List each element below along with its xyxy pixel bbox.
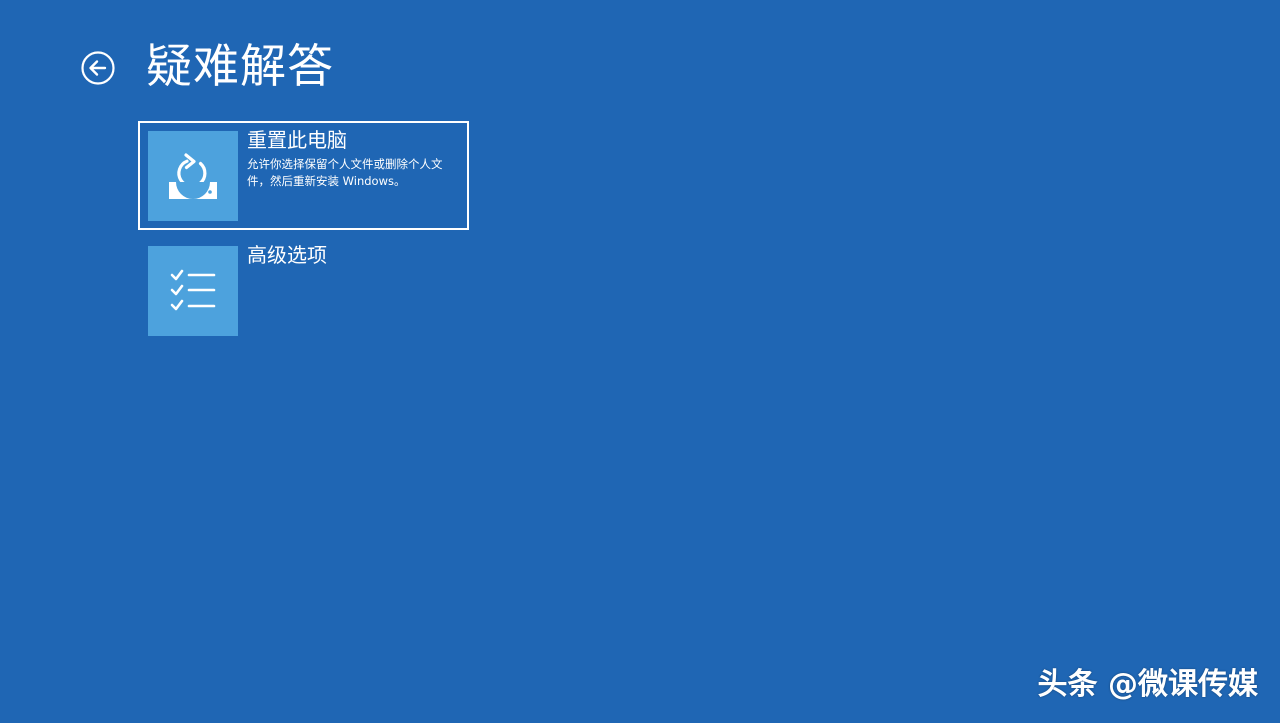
reset-pc-icon — [167, 152, 219, 200]
watermark-text: 头条 @微课传媒 — [1037, 667, 1258, 702]
advanced-options-title: 高级选项 — [247, 243, 327, 267]
advanced-options-option[interactable]: 高级选项 — [138, 236, 469, 345]
page-title: 疑难解答 — [146, 39, 334, 93]
reset-pc-title: 重置此电脑 — [247, 128, 347, 152]
advanced-options-tile — [148, 246, 238, 336]
reset-pc-option[interactable]: 重置此电脑 允许你选择保留个人文件或删除个人文件，然后重新安装 Windows。 — [138, 121, 469, 230]
reset-pc-tile — [148, 131, 238, 221]
reset-pc-description: 允许你选择保留个人文件或删除个人文件，然后重新安装 Windows。 — [247, 157, 443, 188]
back-button[interactable] — [80, 50, 116, 86]
back-arrow-circle-icon — [80, 50, 116, 86]
checklist-icon — [170, 269, 216, 313]
